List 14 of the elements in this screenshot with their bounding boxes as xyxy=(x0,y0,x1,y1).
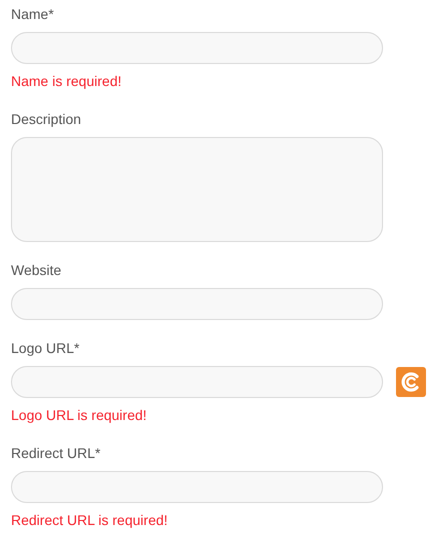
error-message: Logo URL is required! xyxy=(11,406,148,425)
input-field[interactable] xyxy=(11,471,383,503)
error-message: Name is required! xyxy=(11,72,122,91)
input-field[interactable] xyxy=(11,366,383,398)
logo-icon[interactable] xyxy=(396,367,426,397)
error-message: Redirect URL is required! xyxy=(11,511,169,530)
input-field[interactable] xyxy=(11,288,383,320)
field-label: Description xyxy=(11,110,82,129)
input-field[interactable] xyxy=(11,32,383,64)
field-label: Logo URL* xyxy=(11,339,80,358)
description-field[interactable] xyxy=(11,137,383,242)
field-label: Redirect URL* xyxy=(11,444,102,463)
field-label: Name* xyxy=(11,5,55,24)
field-label: Website xyxy=(11,261,62,280)
